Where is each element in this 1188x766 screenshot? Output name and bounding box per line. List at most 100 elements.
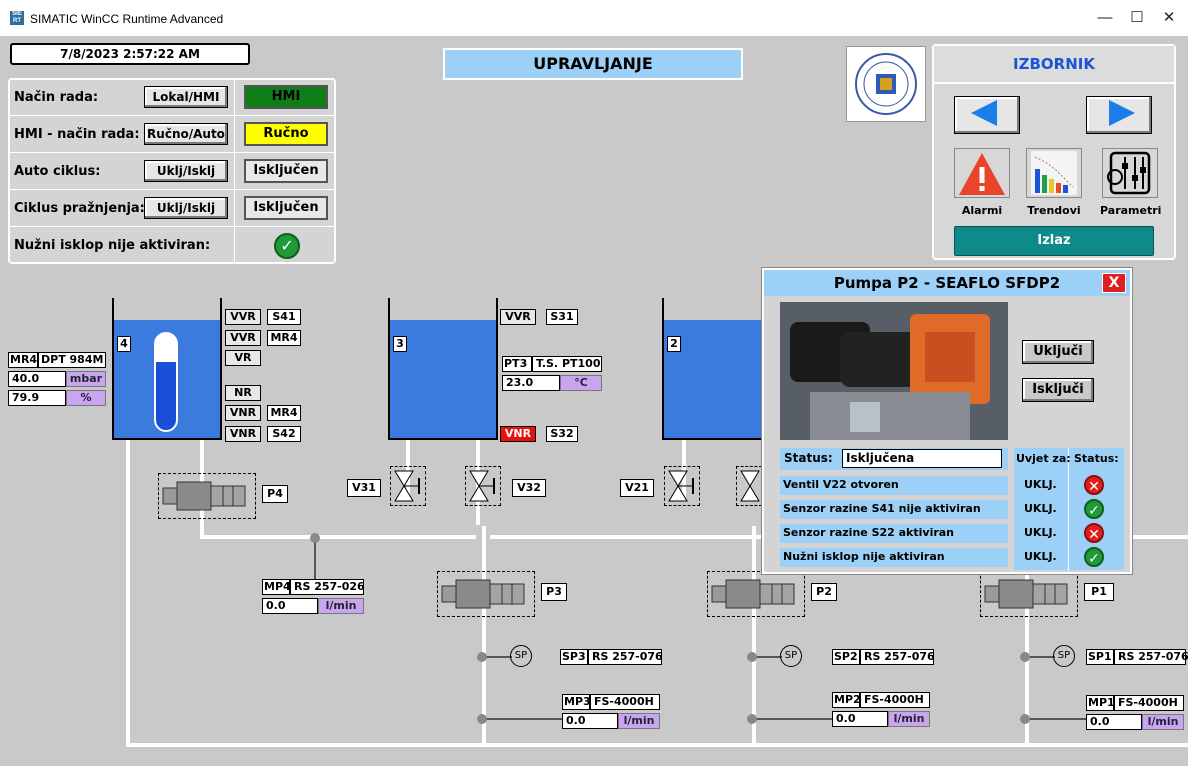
trends-label: Trendovi: [1027, 204, 1081, 217]
check-icon: ✓: [1084, 499, 1104, 519]
flow-value: 0.0: [832, 711, 888, 727]
condition-text: Nužni isklop nije aktiviran: [780, 548, 1008, 567]
pressure-switch-icon: SP: [1053, 645, 1075, 667]
flow-sensor-id: MP3: [562, 694, 591, 710]
pump-p3[interactable]: [437, 571, 535, 617]
sensor-tap: [747, 652, 757, 662]
exit-button[interactable]: Izlaz: [954, 226, 1154, 256]
pump-label: P3: [541, 583, 567, 601]
valve-label: V32: [512, 479, 546, 497]
flow-value: 0.0: [1086, 714, 1142, 730]
pump-p1[interactable]: [980, 571, 1078, 617]
datetime-display: 7/8/2023 2:57:22 AM: [10, 43, 250, 65]
pump-off-button[interactable]: Isključi: [1022, 378, 1094, 402]
window-titlebar: SIE RT SIMATIC WinCC Runtime Advanced — …: [0, 0, 1188, 36]
mode-state-indicator: HMI: [244, 85, 328, 109]
tank-number: 2: [667, 336, 681, 352]
close-window-button[interactable]: ✕: [1154, 6, 1184, 30]
sensor-tag: VNR: [225, 426, 261, 442]
sensor-tap: [1020, 652, 1030, 662]
level-unit: %: [66, 390, 106, 406]
flow-sensor-id: MP4: [262, 579, 291, 595]
university-seal-logo: [846, 46, 926, 122]
pump-icon: [711, 579, 795, 609]
sensor-tag: S31: [546, 309, 578, 325]
status-column-header: Status:: [1074, 452, 1119, 465]
sensor-tap: [310, 533, 320, 543]
pump-p2[interactable]: [707, 571, 805, 617]
status-value: Isključena: [842, 449, 1002, 468]
alarm-icon: [959, 153, 1005, 195]
next-screen-button[interactable]: [1086, 96, 1152, 134]
mode-label: Način rada:: [14, 90, 99, 105]
sensor-tag: VNR: [225, 405, 261, 421]
sensor-model: DPT 984M: [38, 352, 106, 368]
condition-required: UKLJ.: [1024, 478, 1057, 491]
sensor-tap: [477, 714, 487, 724]
flow-unit: l/min: [888, 711, 930, 727]
valve-v22[interactable]: [736, 466, 762, 506]
minimize-button[interactable]: —: [1090, 6, 1120, 30]
pressure-switch-icon: SP: [780, 645, 802, 667]
drain-cycle-state-indicator: Isključen: [244, 196, 328, 220]
pump-icon: [162, 481, 246, 511]
arrow-right-icon: [1109, 100, 1135, 126]
trend-icon: [1031, 151, 1077, 195]
manual-auto-button[interactable]: Ručno/Auto: [144, 123, 228, 145]
sensor-tag: VR: [225, 350, 261, 366]
valve-label: V31: [347, 479, 381, 497]
alarms-label: Alarmi: [961, 204, 1003, 217]
sensor-line: [1025, 718, 1087, 720]
check-icon: ✓: [274, 233, 300, 259]
sensor-tap: [747, 714, 757, 724]
pump-on-button[interactable]: Uključi: [1022, 340, 1094, 364]
sensor-tap: [1020, 714, 1030, 724]
tank-number: 4: [117, 336, 131, 352]
trends-button[interactable]: [1026, 148, 1082, 198]
pump-label: P4: [262, 485, 288, 503]
sensor-tag: VVR: [500, 309, 536, 325]
pump-p4[interactable]: [158, 473, 256, 519]
sensor-tag: VVR: [225, 309, 261, 325]
sp-model: RS 257-076: [588, 649, 663, 665]
flow-unit: l/min: [318, 598, 364, 614]
sensor-line: [482, 718, 562, 720]
sensor-tag: S41: [267, 309, 301, 325]
prev-screen-button[interactable]: [954, 96, 1020, 134]
pump-label: P2: [811, 583, 837, 601]
sensor-line: [314, 539, 316, 581]
tank-number: 3: [393, 336, 407, 352]
valve-icon: [469, 470, 495, 502]
hmi-mode-label: HMI - način rada:: [14, 127, 140, 142]
menu-title: IZBORNIK: [934, 46, 1174, 84]
pressure-value: 40.0: [8, 371, 66, 387]
auto-cycle-toggle-button[interactable]: Uklj/Isklj: [144, 160, 228, 182]
parameters-button[interactable]: [1102, 148, 1158, 198]
condition-text: Senzor razine S22 aktiviran: [780, 524, 1008, 543]
pressure-unit: mbar: [66, 371, 106, 387]
condition-text: Ventil V22 otvoren: [780, 476, 1008, 495]
maximize-button[interactable]: ☐: [1122, 6, 1152, 30]
error-icon: ✕: [1084, 523, 1104, 543]
flow-sensor-id: MP1: [1086, 695, 1115, 711]
sp-id: SP3: [560, 649, 588, 665]
sensor-line: [752, 718, 832, 720]
tank-3: 3: [388, 298, 498, 440]
valve-v21[interactable]: [664, 466, 700, 506]
pump-photo: [780, 302, 1008, 440]
page-title: UPRAVLJANJE: [443, 48, 743, 80]
valve-v31[interactable]: [390, 466, 426, 506]
flow-sensor-model: RS 257-026: [290, 579, 365, 595]
sensor-tag: VVR: [225, 330, 261, 346]
error-icon: ✕: [1084, 475, 1104, 495]
drain-cycle-toggle-button[interactable]: Uklj/Isklj: [144, 197, 228, 219]
dialog-close-button[interactable]: X: [1102, 273, 1126, 293]
temperature-value: 23.0: [502, 375, 560, 391]
alarms-button[interactable]: [954, 148, 1010, 198]
menu-panel: IZBORNIK Alarmi Trendovi Parametri Izlaz: [932, 44, 1176, 260]
local-hmi-button[interactable]: Lokal/HMI: [144, 86, 228, 108]
sensor-model: T.S. PT100: [532, 356, 602, 372]
valve-v32[interactable]: [465, 466, 501, 506]
sensor-tag-active: VNR: [500, 426, 536, 442]
flow-unit: l/min: [618, 713, 660, 729]
